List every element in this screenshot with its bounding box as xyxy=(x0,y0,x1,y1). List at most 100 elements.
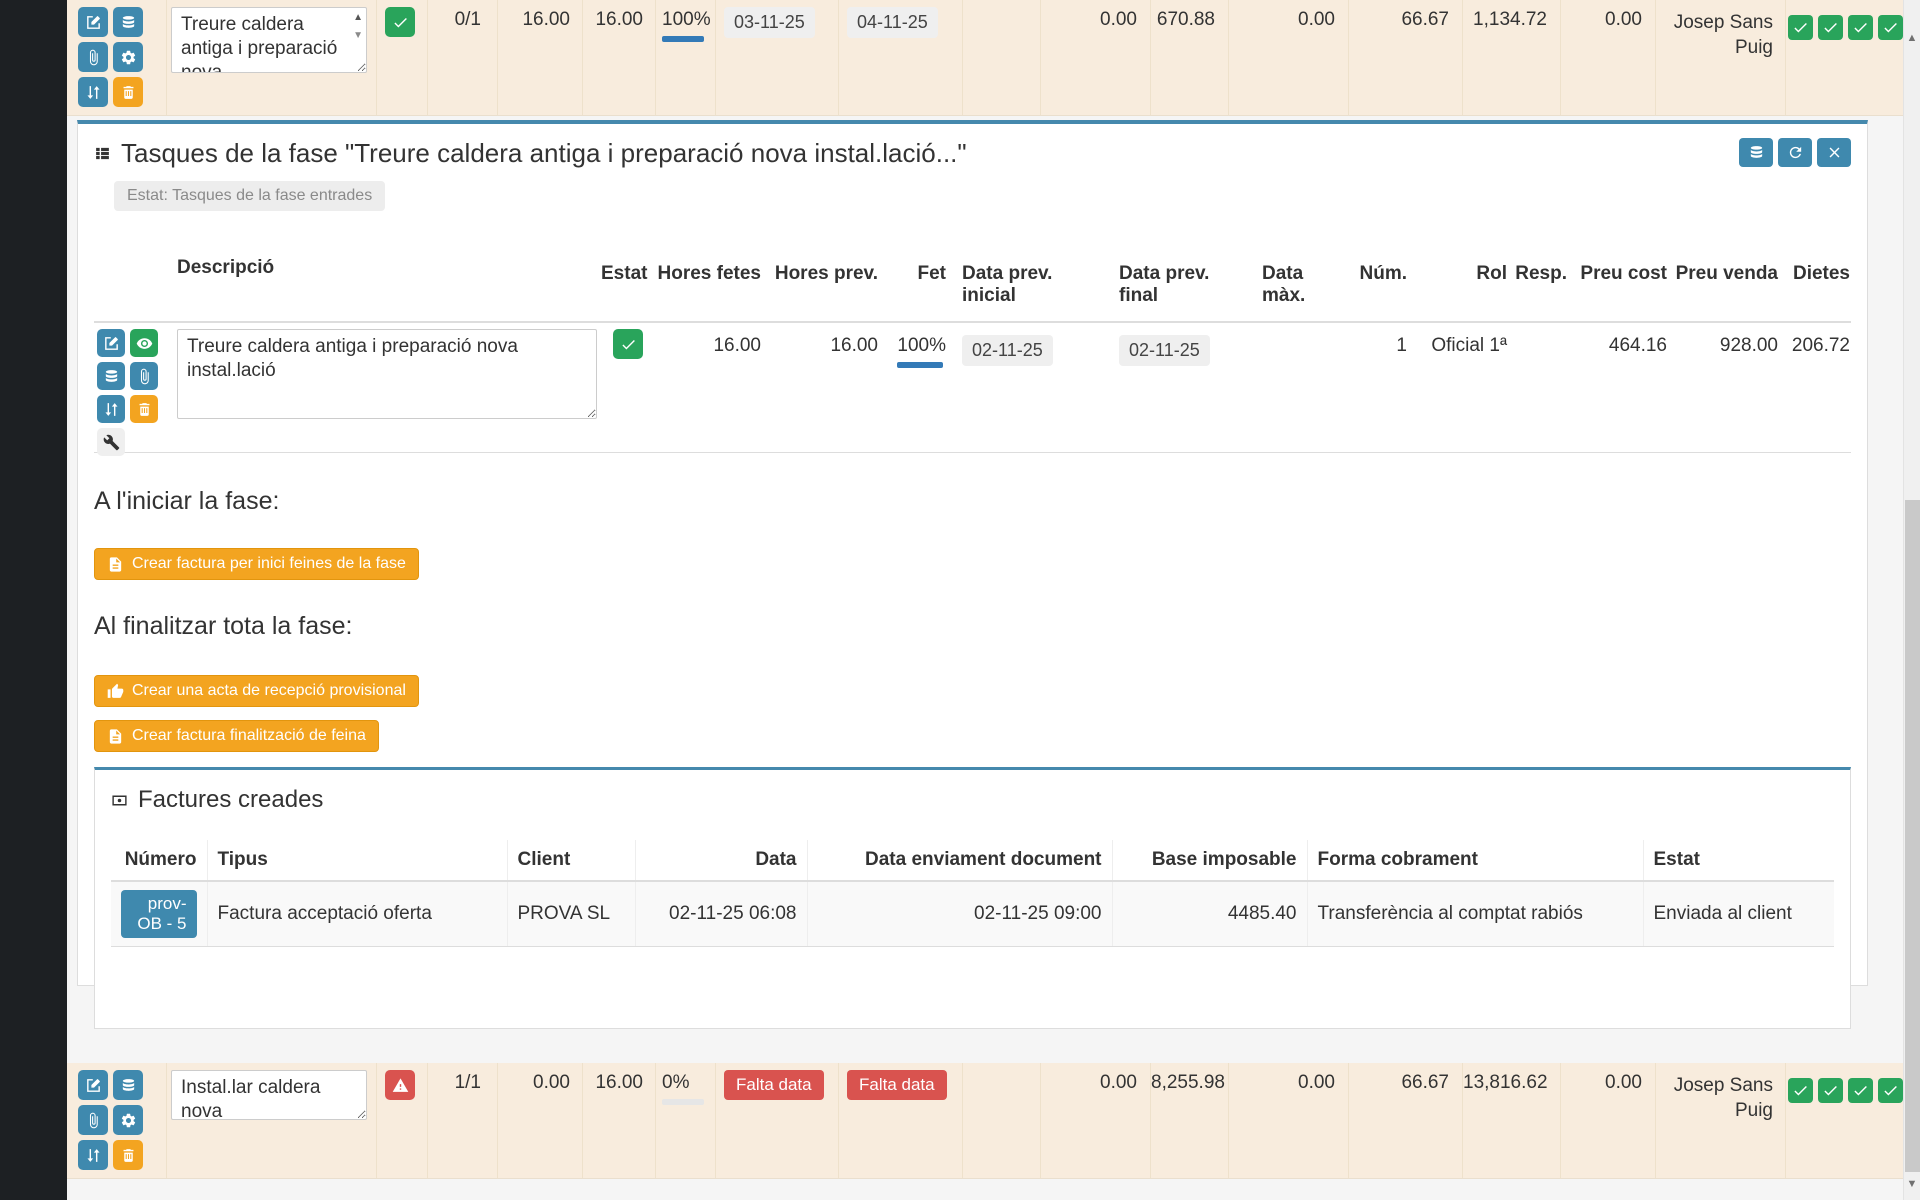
edit-button[interactable] xyxy=(78,1070,108,1100)
edit-button[interactable] xyxy=(78,7,108,37)
task-view-button[interactable] xyxy=(130,329,158,357)
task-edit-button[interactable] xyxy=(97,329,125,357)
tools-icon xyxy=(103,434,120,451)
database-button[interactable] xyxy=(113,1070,143,1100)
task-database-button[interactable] xyxy=(97,362,125,390)
check-icon xyxy=(1792,1082,1809,1099)
status-ok-icon xyxy=(392,14,409,31)
database-icon xyxy=(103,368,120,385)
falta-data-badge[interactable]: Falta data xyxy=(847,1070,947,1100)
header-hores-prev: Hores prev. xyxy=(772,251,883,321)
data-inici-field[interactable]: 03-11-25 xyxy=(724,7,815,38)
scroll-down-icon[interactable]: ▼ xyxy=(353,31,363,41)
header-preu-cost: Preu cost xyxy=(1571,251,1671,321)
flag-check-button-2[interactable] xyxy=(1818,15,1843,40)
invoice-number-badge[interactable]: prov-OB - 5 xyxy=(121,890,197,938)
scrollbar-thumb[interactable] xyxy=(1905,500,1920,1172)
task-actions xyxy=(94,323,171,452)
flag-check-button-4[interactable] xyxy=(1878,1078,1903,1103)
reorder-button[interactable] xyxy=(78,77,108,107)
flag-check-button-1[interactable] xyxy=(1788,15,1813,40)
flag-check-button-1[interactable] xyxy=(1788,1078,1813,1103)
database-button[interactable] xyxy=(113,7,143,37)
phase-description-input[interactable] xyxy=(171,1070,367,1120)
data-final-field[interactable]: 04-11-25 xyxy=(847,7,938,38)
attachment-button[interactable] xyxy=(78,42,108,72)
attachment-button[interactable] xyxy=(78,1105,108,1135)
task-data-prev-final-field[interactable]: 02-11-25 xyxy=(1119,335,1210,366)
task-status-ok-button[interactable] xyxy=(613,329,643,359)
header-num: Núm. xyxy=(1351,251,1411,321)
settings-button[interactable] xyxy=(113,42,143,72)
tasks-panel: Tasques de la fase "Treure caldera antig… xyxy=(77,120,1868,986)
flag-check-button-4[interactable] xyxy=(1878,15,1903,40)
reorder-button[interactable] xyxy=(78,1140,108,1170)
create-acceptance-act-label: Crear una acta de recepció provisional xyxy=(132,682,406,700)
phase-bottom-data-final-cell: Falta data xyxy=(838,1063,962,1178)
delete-button[interactable] xyxy=(113,1140,143,1170)
invoice-client: PROVA SL xyxy=(507,881,635,947)
phase-description-input[interactable] xyxy=(171,7,367,73)
settings-button[interactable] xyxy=(113,1105,143,1135)
flag-check-button-2[interactable] xyxy=(1818,1078,1843,1103)
scrollbar-up-icon[interactable]: ▲ xyxy=(1904,32,1920,44)
phase-top-hores-prev: 16.00 xyxy=(582,0,655,115)
phase-bottom-value-3: 66.67 xyxy=(1348,1063,1462,1178)
phase-top-responsable: Josep Sans Puig xyxy=(1655,0,1785,115)
task-attachment-button[interactable] xyxy=(130,362,158,390)
header-resp: Resp. xyxy=(1509,251,1571,321)
panel-close-button[interactable] xyxy=(1817,138,1851,167)
task-data-prev-inicial-field[interactable]: 02-11-25 xyxy=(962,335,1053,366)
task-description-input[interactable] xyxy=(177,329,597,419)
status-ok-button[interactable] xyxy=(385,7,415,37)
edit-icon xyxy=(103,335,120,352)
header-data-prev-inicial: Data prev. inicial xyxy=(950,251,1109,321)
phase-top-value-2: 0.00 xyxy=(1228,0,1348,115)
check-icon xyxy=(1882,19,1899,36)
panel-header-buttons xyxy=(1739,138,1851,167)
header-hores-fetes: Hores fetes xyxy=(647,251,772,321)
warning-icon xyxy=(392,1077,409,1094)
inv-header-tipus: Tipus xyxy=(207,840,507,881)
create-final-invoice-button[interactable]: Crear factura finalització de feina xyxy=(94,720,379,752)
task-preu-cost: 464.16 xyxy=(1571,323,1671,452)
panel-title-row: Tasques de la fase "Treure caldera antig… xyxy=(94,138,967,169)
task-fet-progress-bar xyxy=(897,362,943,368)
task-data-prev-final-cell: 02-11-25 xyxy=(1109,323,1250,452)
task-hores-fetes: 16.00 xyxy=(647,323,772,452)
phase-top-data-inici-cell: 03-11-25 xyxy=(715,0,838,115)
task-reorder-button[interactable] xyxy=(97,395,125,423)
edit-icon xyxy=(85,1077,102,1094)
reorder-icon xyxy=(103,401,120,418)
flag-check-button-3[interactable] xyxy=(1848,15,1873,40)
view-icon xyxy=(136,335,153,352)
panel-refresh-button[interactable] xyxy=(1778,138,1812,167)
phase-bottom-flags xyxy=(1785,1063,1903,1178)
delete-button[interactable] xyxy=(113,77,143,107)
check-icon xyxy=(1882,1082,1899,1099)
check-icon xyxy=(1792,19,1809,36)
left-sidebar-edge xyxy=(0,0,67,1200)
invoices-panel: Factures creades Número Tipus Client Dat… xyxy=(94,767,1851,1029)
tasks-table: Descripció Estat Hores fetes Hores prev.… xyxy=(94,251,1851,453)
panel-database-button[interactable] xyxy=(1739,138,1773,167)
inv-header-data: Data xyxy=(635,840,807,881)
scroll-up-icon[interactable]: ▲ xyxy=(353,13,363,23)
header-dietes: Dietes xyxy=(1782,251,1851,321)
phase-bottom-data-max-cell xyxy=(962,1063,1040,1178)
fet-percent: 0% xyxy=(662,1072,689,1093)
flag-check-button-3[interactable] xyxy=(1848,1078,1873,1103)
falta-data-badge[interactable]: Falta data xyxy=(724,1070,824,1100)
task-delete-button[interactable] xyxy=(130,395,158,423)
vertical-scrollbar[interactable]: ▲ ▼ xyxy=(1903,0,1920,1200)
task-tools-button[interactable] xyxy=(97,428,125,456)
status-warning-button[interactable] xyxy=(385,1070,415,1100)
inv-header-client: Client xyxy=(507,840,635,881)
create-start-invoice-button[interactable]: Crear factura per inici feines de la fas… xyxy=(94,548,419,580)
fet-progress-bar xyxy=(662,1099,704,1105)
scrollbar-down-icon[interactable]: ▼ xyxy=(1904,1178,1920,1190)
phase-bottom-value-1: 8,255.98 xyxy=(1150,1063,1228,1178)
phase-bottom-tasks-done: 1/1 xyxy=(427,1063,497,1178)
create-acceptance-act-button[interactable]: Crear una acta de recepció provisional xyxy=(94,675,419,707)
task-hores-prev: 16.00 xyxy=(772,323,883,452)
